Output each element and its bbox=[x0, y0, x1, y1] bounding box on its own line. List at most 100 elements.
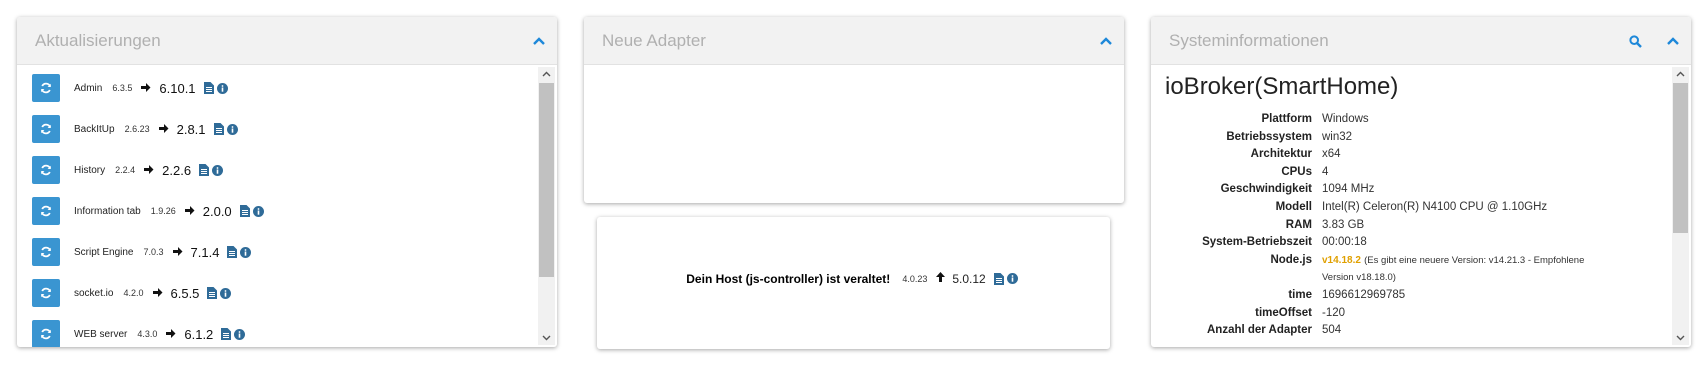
info-label: Plattform bbox=[1261, 113, 1312, 125]
update-row: Information tab 1.9.26 2.0.0 bbox=[32, 196, 267, 226]
info-value: Windows bbox=[1322, 113, 1369, 125]
scrollbar-thumb[interactable] bbox=[539, 83, 554, 277]
update-row: History 2.2.4 2.2.6 bbox=[32, 155, 226, 185]
update-button[interactable] bbox=[32, 320, 60, 347]
installed-version: 7.0.3 bbox=[143, 247, 164, 257]
update-button[interactable] bbox=[32, 279, 60, 307]
info-icon[interactable] bbox=[234, 328, 246, 340]
update-button[interactable] bbox=[32, 238, 60, 266]
host-outdated-message: Dein Host (js-controller) ist veraltet! bbox=[686, 271, 891, 286]
refresh-icon bbox=[41, 205, 51, 217]
update-button[interactable] bbox=[32, 74, 60, 102]
changelog-file-icon[interactable] bbox=[227, 246, 238, 258]
scroll-down-arrow-icon[interactable] bbox=[538, 331, 555, 345]
adapter-name: BackItUp bbox=[74, 123, 115, 135]
info-row: System-Betriebszeit 00:00:18 bbox=[1151, 234, 1631, 251]
available-version: 6.5.5 bbox=[170, 285, 200, 301]
node-version: v14.18.2 bbox=[1322, 254, 1361, 266]
installed-version: 6.3.5 bbox=[112, 83, 133, 93]
update-button[interactable] bbox=[32, 115, 60, 143]
update-button[interactable] bbox=[32, 156, 60, 184]
scroll-up-arrow-icon[interactable] bbox=[1672, 67, 1689, 81]
arrow-right-icon bbox=[172, 245, 183, 260]
update-row: Script Engine 7.0.3 7.1.4 bbox=[32, 237, 254, 267]
info-icon[interactable] bbox=[220, 287, 232, 299]
changelog-file-icon[interactable] bbox=[993, 272, 1004, 285]
updates-panel-title: Aktualisierungen bbox=[35, 31, 161, 50]
arrow-up-icon bbox=[935, 271, 946, 286]
host-name: ioBroker(SmartHome) bbox=[1165, 73, 1399, 100]
info-value: 3.83 GB bbox=[1322, 218, 1365, 231]
info-label: RAM bbox=[1285, 218, 1312, 231]
info-icon[interactable] bbox=[240, 246, 252, 258]
info-value: -120 bbox=[1322, 306, 1346, 319]
adapter-name: Admin bbox=[74, 82, 103, 94]
changelog-file-icon[interactable] bbox=[199, 164, 210, 176]
info-row: CPUs 4 bbox=[1151, 164, 1631, 181]
collapse-chevron-up-icon[interactable] bbox=[1663, 31, 1683, 51]
system-info-scrollbar[interactable] bbox=[1672, 67, 1689, 345]
info-row: time 1696612969785 bbox=[1151, 287, 1631, 304]
arrow-right-icon bbox=[165, 327, 176, 342]
info-value: x64 bbox=[1322, 148, 1341, 161]
info-label: Node.js bbox=[1270, 253, 1312, 266]
updates-scrollbar[interactable] bbox=[538, 67, 555, 345]
info-icon[interactable] bbox=[226, 123, 238, 135]
refresh-icon bbox=[41, 82, 51, 94]
updates-panel-header: Aktualisierungen bbox=[17, 17, 557, 65]
node-update-note: (Es gibt eine neuere Version: v14.21.3 -… bbox=[1322, 254, 1585, 284]
update-row: Admin 6.3.5 6.10.1 bbox=[32, 73, 231, 103]
refresh-icon bbox=[41, 328, 51, 340]
installed-version: 2.2.4 bbox=[115, 165, 136, 175]
installed-version: 1.9.26 bbox=[150, 206, 176, 216]
scrollbar-thumb[interactable] bbox=[1673, 83, 1688, 233]
refresh-icon bbox=[41, 287, 51, 299]
info-row: Modell Intel(R) Celeron(R) N4100 CPU @ 1.… bbox=[1151, 199, 1631, 216]
available-version: 2.8.1 bbox=[176, 121, 206, 137]
info-label: CPUs bbox=[1281, 165, 1312, 178]
search-icon[interactable] bbox=[1625, 31, 1645, 51]
info-row: Architektur x64 bbox=[1151, 146, 1631, 163]
info-label: System-Betriebszeit bbox=[1202, 236, 1312, 249]
update-row: WEB server 4.3.0 6.1.2 bbox=[32, 319, 248, 347]
installed-version: 4.3.0 bbox=[137, 329, 158, 339]
collapse-chevron-up-icon[interactable] bbox=[529, 31, 549, 51]
info-value: win32 bbox=[1322, 130, 1353, 143]
update-row: BackItUp 2.6.23 2.8.1 bbox=[32, 114, 241, 144]
info-row: timeOffset -120 bbox=[1151, 305, 1631, 322]
info-row: Anzahl der Adapter 504 bbox=[1151, 322, 1631, 339]
host-outdated-panel: Dein Host (js-controller) ist veraltet! … bbox=[597, 217, 1110, 349]
update-button[interactable] bbox=[32, 197, 60, 225]
changelog-file-icon[interactable] bbox=[239, 205, 250, 217]
node-version-row: Node.js v14.18.2 (Es gibt eine neuere Ver… bbox=[1151, 252, 1631, 284]
info-value: 1696612969785 bbox=[1322, 289, 1406, 301]
info-icon[interactable] bbox=[1006, 273, 1018, 284]
info-label: timeOffset bbox=[1255, 306, 1312, 319]
info-label: Anzahl der Adapter bbox=[1206, 324, 1312, 337]
info-value: 504 bbox=[1322, 324, 1342, 337]
adapter-name: History bbox=[74, 164, 106, 176]
installed-version: 4.2.0 bbox=[123, 288, 144, 298]
info-icon[interactable] bbox=[216, 82, 228, 94]
info-row: Geschwindigkeit 1094 MHz bbox=[1151, 181, 1631, 198]
updates-panel: Aktualisierungen Admin 6.3.5 6.10.1 BackItU… bbox=[17, 17, 557, 347]
adapter-name: Information tab bbox=[74, 205, 141, 217]
arrow-right-icon bbox=[152, 286, 163, 301]
adapter-name: socket.io bbox=[74, 287, 114, 299]
info-icon[interactable] bbox=[252, 205, 264, 217]
scroll-down-arrow-icon[interactable] bbox=[1672, 331, 1689, 345]
available-version: 2.0.0 bbox=[202, 203, 232, 219]
scroll-up-arrow-icon[interactable] bbox=[538, 67, 555, 81]
refresh-icon bbox=[41, 246, 51, 258]
collapse-chevron-up-icon[interactable] bbox=[1096, 31, 1116, 51]
info-row: RAM 3.83 GB bbox=[1151, 217, 1631, 234]
changelog-file-icon[interactable] bbox=[203, 82, 214, 94]
changelog-file-icon[interactable] bbox=[207, 287, 218, 299]
new-adapters-panel: Neue Adapter bbox=[584, 17, 1124, 203]
info-icon[interactable] bbox=[212, 164, 224, 176]
adapter-name: Script Engine bbox=[74, 246, 134, 258]
new-adapters-panel-header: Neue Adapter bbox=[584, 17, 1124, 65]
changelog-file-icon[interactable] bbox=[213, 123, 224, 135]
info-label: Geschwindigkeit bbox=[1220, 183, 1312, 196]
changelog-file-icon[interactable] bbox=[221, 328, 232, 340]
